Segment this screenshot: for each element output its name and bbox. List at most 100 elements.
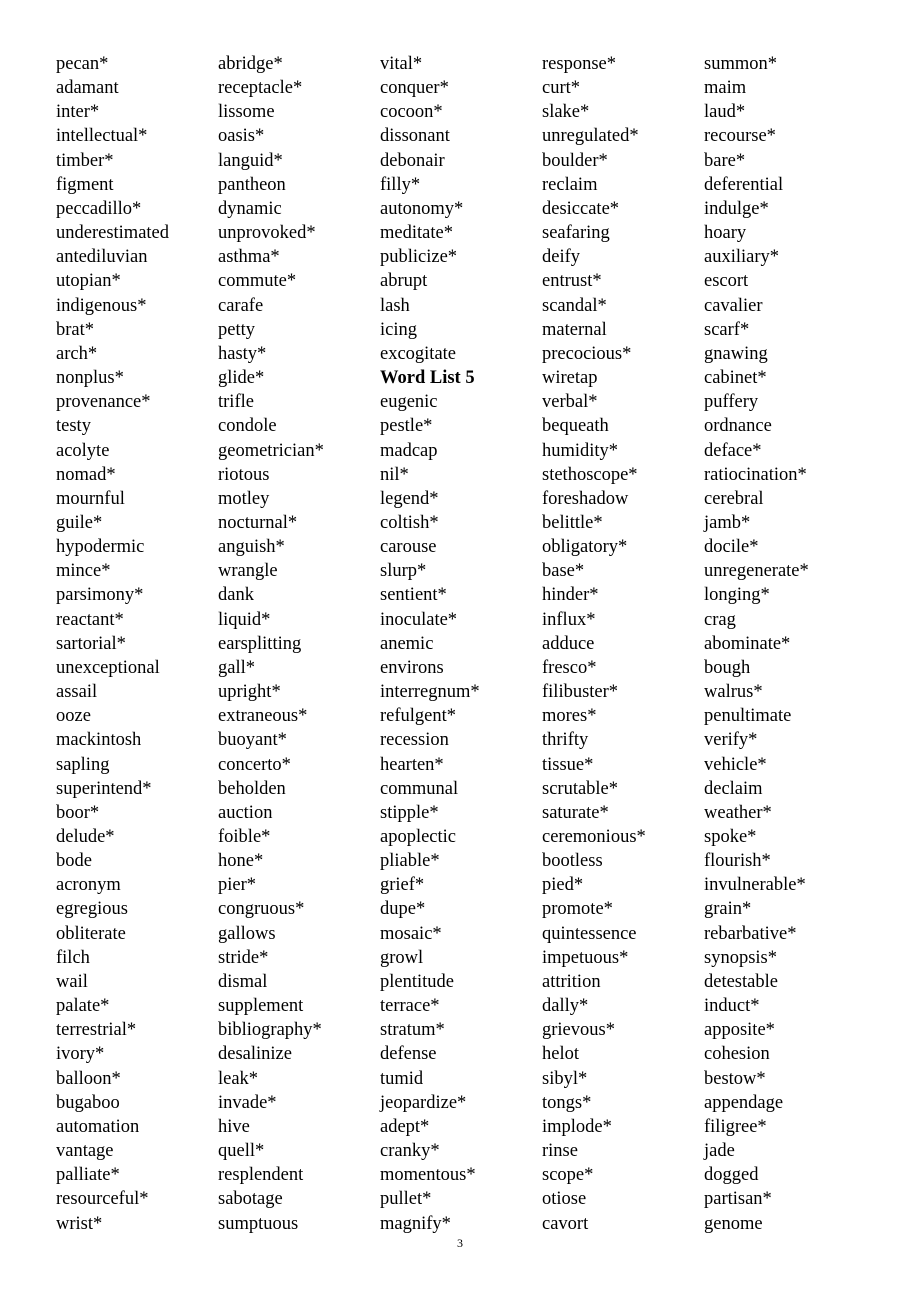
word-entry: filch: [56, 947, 90, 968]
word-entry: gall*: [218, 657, 255, 678]
word-entry: induct*: [704, 996, 760, 1017]
word-entry: terrestrial*: [56, 1020, 137, 1041]
word-entry: boulder*: [542, 150, 608, 171]
word-entry: delude*: [56, 827, 115, 847]
word-entry: cavort: [542, 1213, 589, 1234]
word-entry: appendage: [704, 1092, 784, 1113]
word-entry: ordnance: [704, 416, 772, 437]
word-entry: anguish*: [218, 537, 285, 558]
word-entry: acolyte: [56, 440, 110, 461]
word-entry: terrace*: [380, 996, 440, 1017]
word-entry: sapling: [56, 754, 110, 775]
word-entry: growl: [380, 947, 424, 968]
word-entry: curt*: [542, 78, 581, 99]
word-entry: trifle: [218, 392, 254, 413]
word-entry: glide*: [218, 368, 265, 389]
word-entry: refulgent*: [380, 706, 457, 727]
word-entry: entrust*: [542, 271, 602, 292]
word-entry: supplement: [218, 996, 304, 1017]
word-entry: superintend*: [56, 778, 152, 799]
document-page: pecan* adamant inter* intellectual* timber* f…: [0, 0, 920, 1302]
word-entry: ratiocination*: [704, 464, 807, 485]
word-entry: petty: [218, 319, 255, 340]
word-entry: bequeath: [542, 416, 609, 437]
word-entry: rebarbative*: [704, 923, 797, 944]
word-entry: provenance*: [56, 392, 151, 413]
word-entry: defense: [380, 1044, 437, 1065]
word-entry: otiose: [542, 1189, 587, 1210]
word-entry: hinder*: [542, 585, 599, 606]
word-entry: sibyl*: [542, 1068, 588, 1089]
word-entry: declaim: [704, 778, 763, 799]
word-entry: recession: [380, 730, 449, 751]
word-entry: weather*: [704, 802, 772, 823]
word-entry: congruous*: [218, 899, 305, 920]
word-entry: pullet*: [380, 1189, 432, 1210]
word-entry: bestow*: [704, 1068, 766, 1089]
word-entry: cabinet*: [704, 368, 767, 389]
word-entry: hone*: [218, 851, 264, 872]
word-entry: motley: [218, 488, 270, 509]
word-entry: dynamic: [218, 198, 282, 219]
word-entry: gallows: [218, 923, 276, 944]
word-entry: extraneous*: [218, 706, 308, 727]
word-entry: bare*: [704, 150, 746, 171]
word-entry: puffery: [704, 392, 759, 413]
word-entry: dupe*: [380, 899, 426, 920]
word-entry: foible*: [218, 827, 271, 847]
word-entry: obliterate: [56, 923, 126, 944]
word-entry: escort: [704, 271, 749, 292]
word-entry: implode*: [542, 1116, 612, 1137]
word-entry: resplendent: [218, 1165, 304, 1186]
word-entry: communal: [380, 778, 459, 799]
word-entry: summon*: [704, 54, 777, 74]
word-entry: leak*: [218, 1068, 259, 1089]
word-entry: jamb*: [704, 512, 751, 533]
word-entry: madcap: [380, 440, 438, 461]
word-entry: receptacle*: [218, 78, 303, 99]
word-entry: adamant: [56, 78, 119, 99]
word-entry: auction: [218, 802, 273, 823]
word-entry: carafe: [218, 295, 264, 316]
word-entry: eugenic: [380, 392, 438, 413]
word-entry: ivory*: [56, 1044, 105, 1065]
word-entry: palliate*: [56, 1165, 120, 1186]
word-entry: genome: [704, 1213, 763, 1234]
word-entry: auxiliary*: [704, 247, 780, 268]
word-entry: longing*: [704, 585, 770, 606]
word-entry: hypodermic: [56, 537, 145, 558]
word-entry: hearten*: [380, 754, 444, 775]
word-entry: publicize*: [380, 247, 458, 268]
word-entry: palate*: [56, 996, 110, 1017]
word-entry: ceremonious*: [542, 827, 646, 847]
word-entry: inoculate*: [380, 609, 458, 630]
word-entry: nonplus*: [56, 368, 124, 389]
word-entry: invade*: [218, 1092, 277, 1113]
word-entry: detestable: [704, 971, 778, 992]
word-entry: inter*: [56, 102, 100, 123]
word-entry: languid*: [218, 150, 283, 171]
word-entry: acronym: [56, 875, 121, 896]
word-entry: wrangle: [218, 561, 278, 582]
word-entry: stipple*: [380, 802, 439, 823]
word-entry: precocious*: [542, 343, 632, 364]
word-entry: peccadillo*: [56, 198, 142, 219]
word-entry: foreshadow: [542, 488, 629, 509]
word-entry: impetuous*: [542, 947, 629, 968]
word-entry: mores*: [542, 706, 597, 727]
word-entry: cerebral: [704, 488, 764, 509]
word-entry: autonomy*: [380, 198, 464, 219]
word-entry: sabotage: [218, 1189, 283, 1210]
word-entry: dank: [218, 585, 254, 606]
word-entry: testy: [56, 416, 91, 437]
word-entry: thrifty: [542, 730, 589, 751]
word-entry: filly*: [380, 174, 421, 195]
word-entry: base*: [542, 561, 585, 582]
word-entry: wrist*: [56, 1213, 103, 1234]
word-entry: slurp*: [380, 561, 427, 582]
word-entry: figment: [56, 174, 114, 195]
word-entry: promote*: [542, 899, 613, 920]
word-entry: lissome: [218, 102, 275, 123]
word-entry: partisan*: [704, 1189, 772, 1210]
word-entry: automation: [56, 1116, 140, 1137]
